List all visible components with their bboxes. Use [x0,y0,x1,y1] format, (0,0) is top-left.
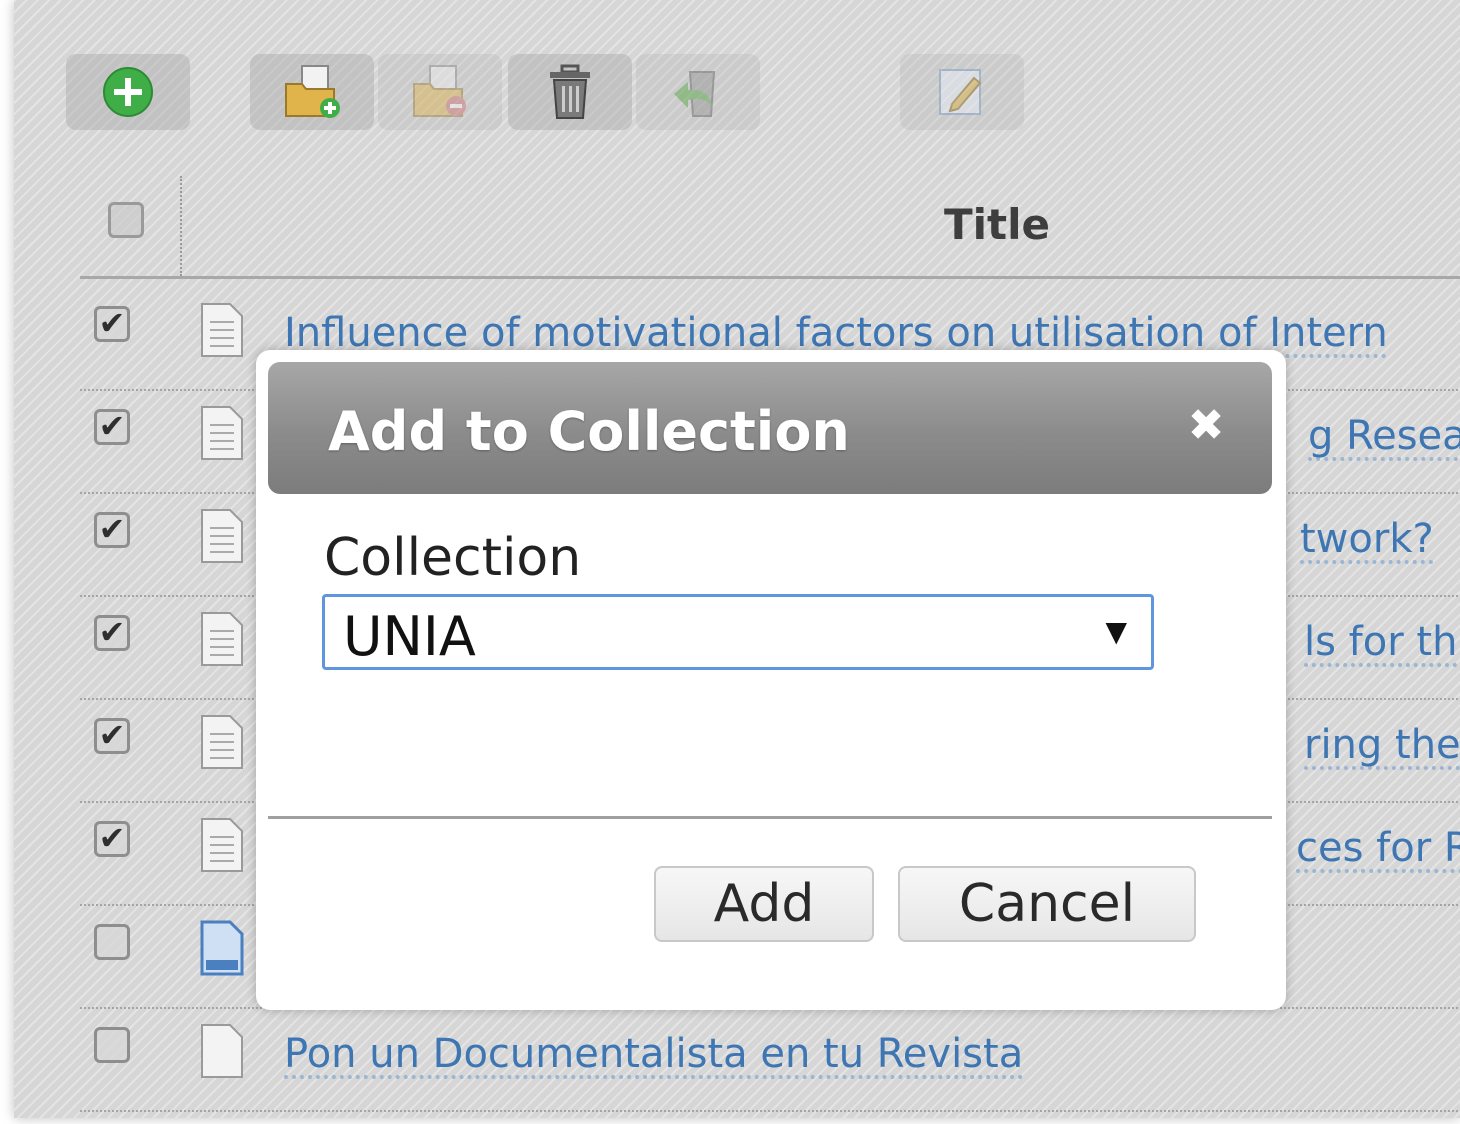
add-item-button[interactable] [66,54,190,130]
add-to-collection-dialog: Add to Collection ✖ Collection UNIA ▼ Ad… [256,350,1286,1010]
dialog-header[interactable]: Add to Collection ✖ [268,362,1272,494]
row-checkbox[interactable]: ✔ [94,409,130,445]
document-icon [201,818,243,872]
edit-icon [939,69,982,115]
document-blue-icon [200,920,244,976]
document-icon [201,406,243,460]
delete-button[interactable] [508,54,632,130]
close-icon[interactable]: ✖ [1176,396,1236,456]
folder-add-icon [285,65,340,118]
item-title-link[interactable]: g Resea [1308,413,1460,459]
row-checkbox[interactable]: ✔ [94,718,130,754]
selected-collection-value: UNIA [343,605,476,668]
row-checkbox[interactable]: ✔ [94,821,130,857]
cancel-button[interactable]: Cancel [898,866,1196,942]
undo-icon [674,71,716,117]
restore-button[interactable] [636,54,760,130]
chevron-down-icon: ▼ [1105,615,1127,648]
item-title-link[interactable]: Pon un Documentalista en tu Revista [284,1031,1023,1077]
collection-select[interactable]: UNIA ▼ [322,594,1154,670]
item-title-link[interactable]: ls for th [1304,619,1457,665]
document-icon [201,612,243,666]
add-to-collection-button[interactable] [250,54,374,130]
document-icon [201,715,243,769]
table-row[interactable]: Pon un Documentalista en tu Revista [80,1007,1460,1112]
row-checkbox[interactable] [94,924,130,960]
column-divider [180,176,182,276]
edit-button[interactable] [900,54,1024,130]
row-checkbox[interactable]: ✔ [94,512,130,548]
add-button[interactable]: Add [654,866,874,942]
dialog-title: Add to Collection [328,400,850,463]
add-circle-icon [103,67,153,117]
row-checkbox[interactable] [94,1027,130,1063]
folder-remove-icon [413,65,466,117]
document-icon [201,303,243,357]
dialog-divider [268,816,1272,819]
select-all-checkbox[interactable] [108,202,144,238]
title-column-header[interactable]: Title [944,200,1050,249]
remove-from-collection-button[interactable] [378,54,502,130]
collection-label: Collection [324,528,582,588]
item-title-link[interactable]: twork? [1300,516,1434,562]
document-blank-icon [201,1024,243,1078]
item-title-link[interactable]: ring the [1304,722,1460,768]
item-title-link[interactable]: ces for R [1296,825,1460,871]
row-checkbox[interactable]: ✔ [94,615,130,651]
trash-icon [550,64,590,119]
document-icon [201,509,243,563]
header-divider [80,276,1460,279]
row-checkbox[interactable]: ✔ [94,306,130,342]
